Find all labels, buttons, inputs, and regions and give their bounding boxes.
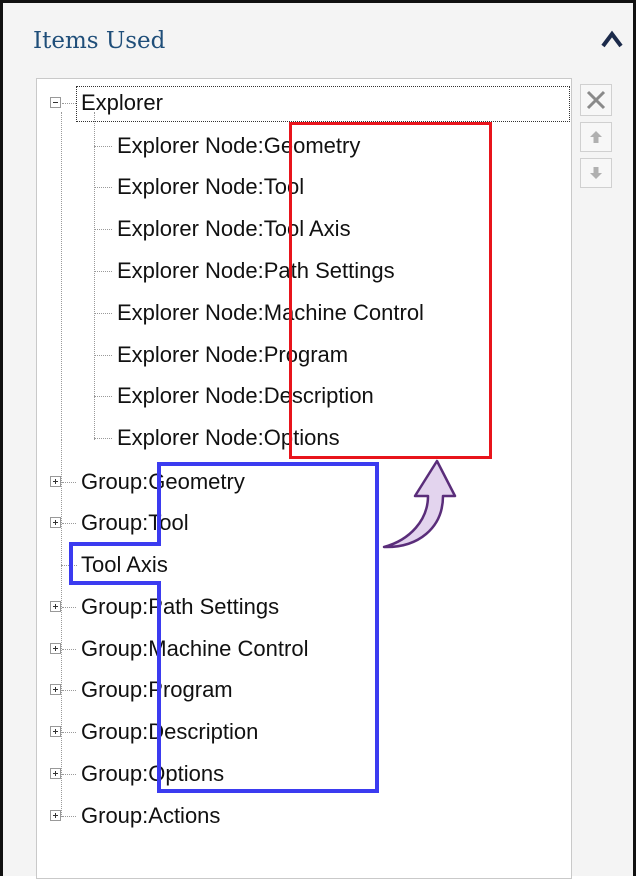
group-name: Machine Control	[148, 636, 309, 661]
group-name: Tool	[148, 510, 189, 535]
node-prefix: Explorer Node:	[117, 383, 264, 408]
chevron-up-icon[interactable]	[600, 28, 624, 52]
panel-title: Items Used	[33, 28, 166, 54]
tree-item-group[interactable]: Group:Description	[81, 717, 258, 747]
remove-button[interactable]	[580, 84, 612, 116]
tree-item-group[interactable]: Group:Options	[81, 759, 224, 789]
expand-toggle-group[interactable]	[50, 476, 61, 487]
tree-item-group[interactable]: Group:Geometry	[81, 467, 245, 497]
node-prefix: Explorer Node:	[117, 133, 264, 158]
tree-item-explorer[interactable]: Explorer	[81, 88, 163, 118]
group-prefix: Group:	[81, 636, 149, 661]
tree-line	[62, 690, 76, 691]
group-prefix: Group:	[81, 803, 149, 828]
tree-line	[62, 607, 76, 608]
group-name: Description	[148, 719, 259, 744]
group-prefix: Group:	[81, 677, 149, 702]
group-name: Geometry	[148, 469, 245, 494]
group-name: Program	[148, 677, 233, 702]
tree-line	[94, 146, 112, 147]
tree-line	[62, 774, 76, 775]
side-toolbar	[580, 84, 614, 194]
tree-item-tool-axis[interactable]: Tool Axis	[81, 550, 168, 580]
node-prefix: Explorer Node:	[117, 174, 264, 199]
node-prefix: Explorer Node:	[117, 425, 264, 450]
group-prefix: Group:	[81, 719, 149, 744]
tree-line	[62, 816, 76, 817]
expand-toggle-group[interactable]	[50, 643, 61, 654]
tree-line	[94, 396, 112, 397]
node-prefix: Explorer Node:	[117, 342, 264, 367]
group-name: Options	[148, 761, 225, 786]
tree-line	[94, 229, 112, 230]
tree-item-label: Explorer	[81, 90, 163, 115]
group-name: Path Settings	[148, 594, 280, 619]
tree-item-group[interactable]: Group:Tool	[81, 508, 189, 538]
expand-toggle-group[interactable]	[50, 726, 61, 737]
tree-line	[62, 649, 76, 650]
tree-line	[62, 482, 76, 483]
group-name: Actions	[148, 803, 221, 828]
group-name: Tool Axis	[81, 552, 168, 577]
tree-line	[94, 112, 95, 440]
collapse-toggle-explorer[interactable]	[50, 97, 61, 108]
group-prefix: Group:	[81, 510, 149, 535]
move-up-button[interactable]	[580, 122, 612, 152]
arrow-up-icon	[590, 131, 602, 143]
close-icon	[586, 90, 606, 110]
expand-toggle-group[interactable]	[50, 768, 61, 779]
node-prefix: Explorer Node:	[117, 216, 264, 241]
tree-item-group[interactable]: Group:Machine Control	[81, 634, 308, 664]
group-prefix: Group:	[81, 594, 149, 619]
tree-line	[94, 271, 112, 272]
tree-line	[61, 112, 62, 440]
tree-item-explorer-node[interactable]: Explorer Node:Tool	[117, 172, 304, 202]
move-down-button[interactable]	[580, 158, 612, 188]
group-prefix: Group:	[81, 469, 149, 494]
expand-toggle-group[interactable]	[50, 517, 61, 528]
expand-toggle-group[interactable]	[50, 810, 61, 821]
red-highlight-box	[289, 122, 492, 459]
tree-line	[62, 523, 76, 524]
tree-line	[94, 187, 112, 188]
node-prefix: Explorer Node:	[117, 300, 264, 325]
node-prefix: Explorer Node:	[117, 258, 264, 283]
tree-line	[61, 565, 77, 566]
expand-toggle-group[interactable]	[50, 684, 61, 695]
tree-item-group[interactable]: Group:Actions	[81, 801, 220, 831]
tree-line	[94, 313, 112, 314]
tree-line	[61, 440, 62, 817]
group-prefix: Group:	[81, 761, 149, 786]
tree-line	[62, 732, 76, 733]
arrow-down-icon	[590, 167, 602, 179]
expand-toggle-group[interactable]	[50, 601, 61, 612]
tree-line	[94, 438, 112, 439]
tree-line	[62, 103, 76, 104]
tree-item-group[interactable]: Group:Program	[81, 675, 233, 705]
tree-line	[94, 355, 112, 356]
tree-item-group[interactable]: Group:Path Settings	[81, 592, 279, 622]
